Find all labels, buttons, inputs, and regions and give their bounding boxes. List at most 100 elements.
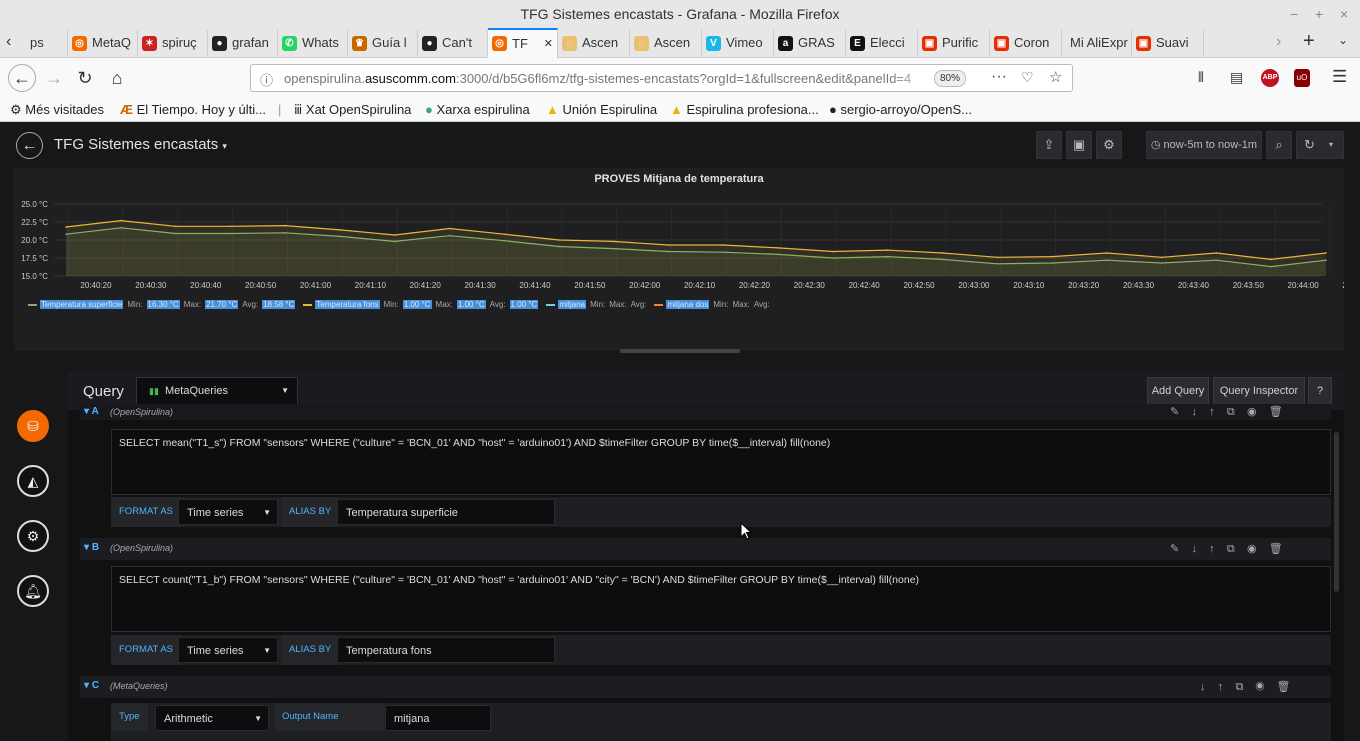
settings-gear-icon[interactable]: ⚙ xyxy=(1096,131,1122,159)
home-icon[interactable]: ⌂ xyxy=(106,67,128,89)
tab-3[interactable]: ✶ spiruç xyxy=(138,30,208,56)
back-arrow-icon[interactable]: ← xyxy=(16,132,43,159)
query-a-editor[interactable]: SELECT mean("T1_s") FROM "sensors" WHERE… xyxy=(111,429,1331,495)
bookmark-item[interactable]: Æ El Tiempo. Hoy y últi... xyxy=(120,102,266,117)
query-row-a-header[interactable]: ▾ A (OpenSpirulina) ✎ ↓ ↑ ⧉ ◉ 🗑︎ xyxy=(80,404,1331,420)
tab-label: Ascen xyxy=(654,35,691,50)
tab-6[interactable]: ♛ Guía l xyxy=(348,30,418,56)
url-bar[interactable]: ⓘ openspirulina.asuscomm.com:3000/d/b5G6… xyxy=(250,64,1073,92)
tab-scroll-right-icon[interactable]: › xyxy=(1276,33,1281,51)
library-icon[interactable]: ⫴ xyxy=(1198,69,1204,86)
alias-input[interactable]: Temperatura superficie xyxy=(337,499,555,525)
legend-swatch[interactable] xyxy=(28,303,37,306)
query-row-tools[interactable]: ↓ ↑ ⧉ ◉ 🗑︎ xyxy=(1200,680,1290,694)
add-query-button[interactable]: Add Query xyxy=(1147,377,1209,405)
queries-tab-icon[interactable]: ⛁ xyxy=(17,410,49,442)
close-window-icon[interactable]: × xyxy=(1340,0,1348,28)
tab-14[interactable]: ▣ Purific xyxy=(918,30,990,56)
legend-swatch[interactable] xyxy=(654,303,664,306)
share-icon[interactable]: ⇪ xyxy=(1036,131,1062,159)
query-b-editor[interactable]: SELECT count("T1_b") FROM "sensors" WHER… xyxy=(111,566,1331,632)
query-inspector-button[interactable]: Query Inspector xyxy=(1213,377,1305,405)
refresh-button[interactable]: ↻ ▾ xyxy=(1296,131,1344,159)
url-text[interactable]: openspirulina.asuscomm.com:3000/d/b5G6fl… xyxy=(284,71,911,86)
refresh-dropdown-icon[interactable]: ▾ xyxy=(1329,132,1333,158)
legend-avg-value: 1.00 °C xyxy=(509,300,539,309)
bookmark-star-icon[interactable]: ☆ xyxy=(1049,68,1062,86)
tab-16[interactable]: Mi AliExpr xyxy=(1062,30,1132,56)
tab-1[interactable]: ps xyxy=(22,30,68,56)
bookmark-item[interactable]: ▲ Unión Espirulina xyxy=(546,102,657,117)
panel-title[interactable]: PROVES Mitjana de temperatura xyxy=(14,173,1344,185)
bookmark-item[interactable]: ⅲ Xat OpenSpirulina xyxy=(294,102,411,118)
tab-4[interactable]: ● grafan xyxy=(208,30,278,56)
tab-9[interactable]: ◌ Ascen xyxy=(558,30,630,56)
reload-icon[interactable]: ↻ xyxy=(74,67,96,89)
adblock-icon[interactable]: ABP xyxy=(1261,69,1279,87)
bookmark-item[interactable]: ⚙ Més visitades xyxy=(10,102,104,118)
legend-series-name[interactable]: Temperatura fons xyxy=(315,300,380,309)
zoom-level[interactable]: 80% xyxy=(934,70,966,87)
refresh-icon[interactable]: ↻ xyxy=(1304,137,1315,152)
query-letter: ▾ A xyxy=(84,406,99,417)
bookmark-item[interactable]: ▲ Espirulina profesiona... xyxy=(670,102,819,117)
dashboard-title[interactable]: TFG Sistemes encastats ▾ xyxy=(54,136,227,153)
bookmark-item[interactable]: ● Xarxa espirulina xyxy=(425,102,530,117)
zoom-out-icon[interactable]: ⌕ xyxy=(1266,131,1292,159)
tab-2[interactable]: ◎ MetaQ xyxy=(68,30,138,56)
info-icon[interactable]: ⓘ xyxy=(260,70,273,89)
panel-resize-handle[interactable] xyxy=(620,349,740,353)
general-tab-icon[interactable]: ⚙ xyxy=(17,520,49,552)
tab-10[interactable]: ◌ Ascen xyxy=(630,30,702,56)
legend-series-name[interactable]: mitjana xyxy=(558,300,587,309)
amazon-icon: a xyxy=(778,36,793,51)
menu-icon[interactable]: ☰ xyxy=(1332,67,1347,87)
tab-scroll-left-icon[interactable]: ‹ xyxy=(6,33,11,51)
tab-12[interactable]: a GRAS xyxy=(774,30,846,56)
help-button[interactable]: ? xyxy=(1308,377,1332,405)
visualization-tab-icon[interactable]: ◭ xyxy=(17,465,49,497)
legend-swatch[interactable] xyxy=(546,303,556,306)
query-row-tools[interactable]: ✎ ↓ ↑ ⧉ ◉ 🗑︎ xyxy=(1170,542,1283,556)
legend-swatch[interactable] xyxy=(303,303,313,306)
sidebar-icon[interactable]: ▤ xyxy=(1230,69,1243,86)
temperature-chart[interactable]: 25.0 °C 22.5 °C 20.0 °C 17.5 °C 15.0 °C 20:40… xyxy=(14,188,1344,318)
query-row-tools[interactable]: ✎ ↓ ↑ ⧉ ◉ 🗑︎ xyxy=(1170,405,1283,419)
format-select[interactable]: Time series ▼ xyxy=(178,637,278,663)
query-row-c-header[interactable]: ▾ C (MetaQueries) ↓ ↑ ⧉ ◉ 🗑︎ xyxy=(80,676,1331,698)
new-tab-icon[interactable]: + xyxy=(1303,30,1315,53)
datasource-select[interactable]: ▮▮ MetaQueries ▼ xyxy=(136,377,298,405)
pocket-icon[interactable]: ♡ xyxy=(1021,69,1034,86)
legend-series-name[interactable]: mitjana dos xyxy=(666,300,710,309)
time-range-picker[interactable]: ◷ now-5m to now-1m xyxy=(1146,131,1262,159)
x-tick-label: 20:40:40 xyxy=(190,281,222,290)
save-icon[interactable]: ▣ xyxy=(1066,131,1092,159)
alert-tab-icon[interactable]: 🔔︎ xyxy=(17,575,49,607)
alias-by-label: ALIAS BY xyxy=(281,635,340,665)
tab-8[interactable]: ◎ TF ✕ xyxy=(488,28,558,58)
tab-5[interactable]: ✆ Whats xyxy=(278,30,348,56)
forward-icon[interactable]: → xyxy=(43,67,65,89)
type-select[interactable]: Arithmetic ▼ xyxy=(155,705,269,731)
bookmark-item[interactable]: ● sergio-arroyo/OpenS... xyxy=(829,102,972,117)
maximize-icon[interactable]: + xyxy=(1315,0,1323,28)
format-select[interactable]: Time series ▼ xyxy=(178,499,278,525)
minimize-icon[interactable]: − xyxy=(1290,0,1298,28)
alias-input[interactable]: Temperatura fons xyxy=(337,637,555,663)
back-icon[interactable]: ← xyxy=(8,64,36,92)
close-tab-icon[interactable]: ✕ xyxy=(544,30,553,58)
page-actions-icon[interactable]: ··· xyxy=(991,68,1007,86)
output-name-input[interactable]: mitjana xyxy=(385,705,491,731)
scrollbar[interactable] xyxy=(1334,432,1339,592)
query-row-b-header[interactable]: ▾ B (OpenSpirulina) ✎ ↓ ↑ ⧉ ◉ 🗑︎ xyxy=(80,538,1331,560)
data-point xyxy=(284,224,286,227)
tab-17[interactable]: ▣ Suavi xyxy=(1132,30,1204,56)
tab-15[interactable]: ▣ Coron xyxy=(990,30,1062,56)
legend-series-name[interactable]: Temperatura superficie xyxy=(40,300,124,309)
ublock-icon[interactable]: uO xyxy=(1294,69,1310,87)
tab-7[interactable]: ● Can't xyxy=(418,30,488,56)
x-tick-label: 20:44:00 xyxy=(1288,281,1320,290)
tab-13[interactable]: E Elecci xyxy=(846,30,918,56)
tab-11[interactable]: V Vimeo xyxy=(702,30,774,56)
list-tabs-icon[interactable]: ⌄ xyxy=(1338,33,1348,47)
